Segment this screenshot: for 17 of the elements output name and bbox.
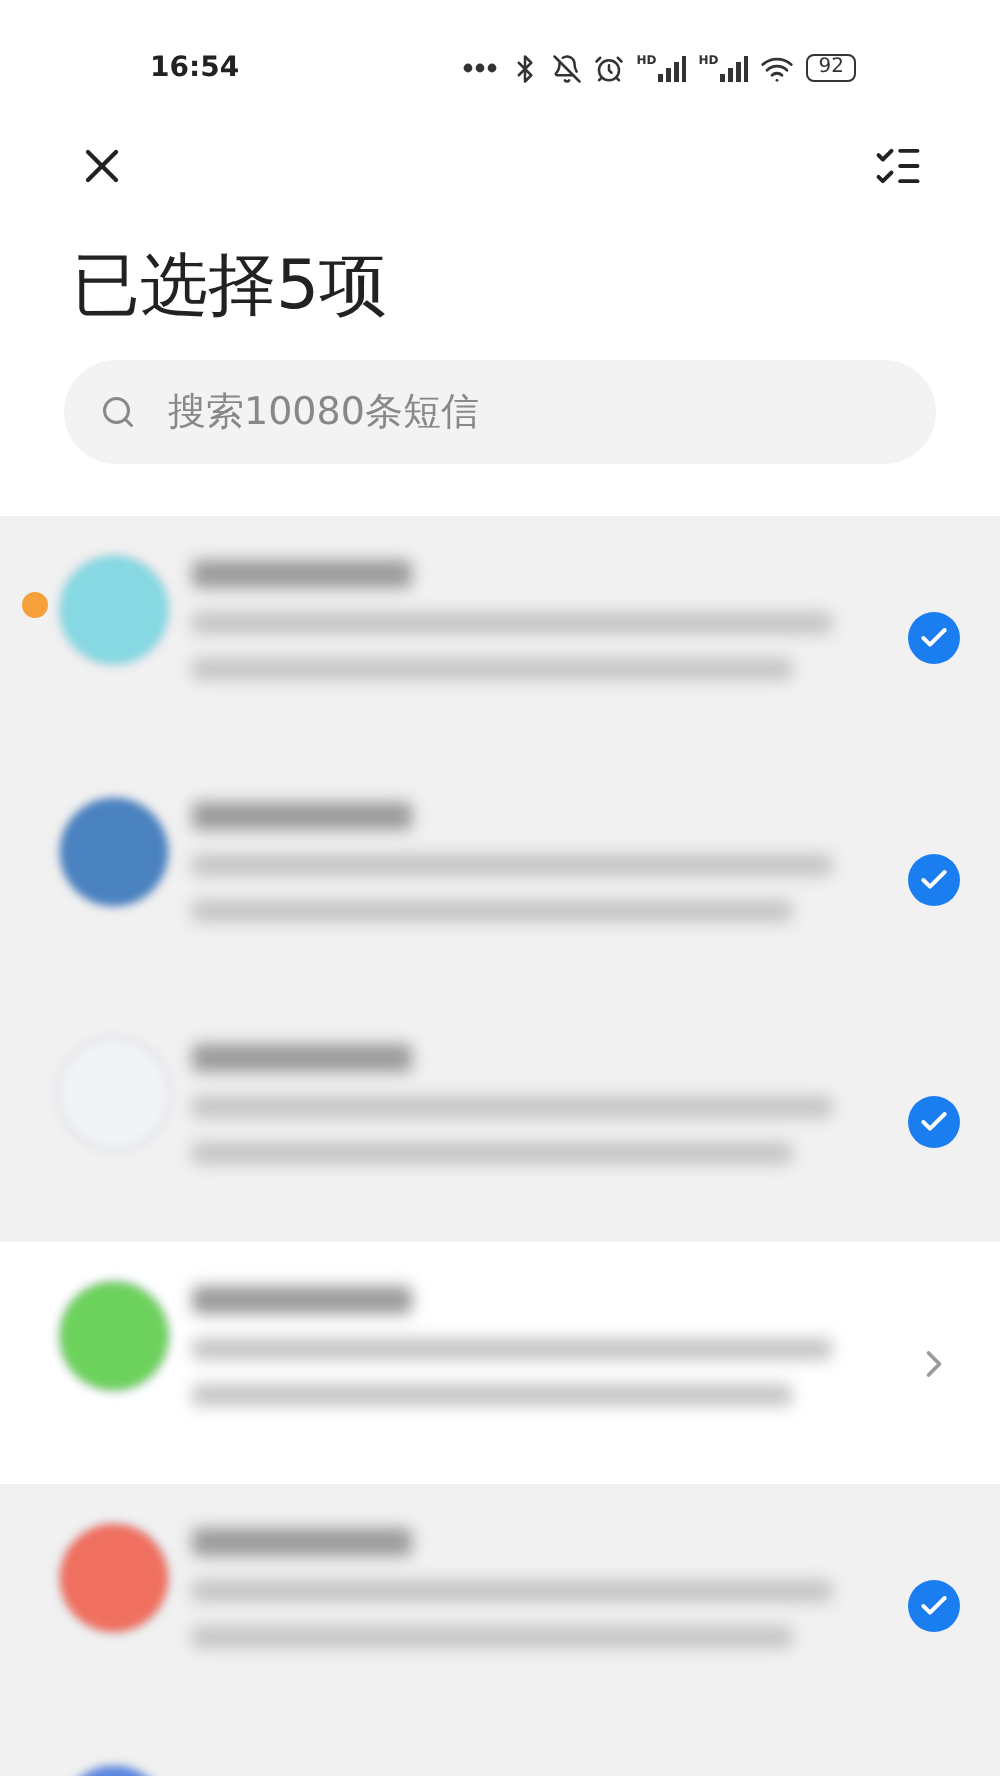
- status-time: 16:54: [150, 52, 240, 84]
- alarm-icon: [594, 53, 625, 83]
- checked-icon[interactable]: [908, 611, 960, 663]
- checked-icon[interactable]: [908, 1095, 960, 1147]
- search-icon: [100, 394, 136, 430]
- signal-icon: [658, 55, 687, 81]
- checked-icon[interactable]: [908, 853, 960, 905]
- signal-icon: [720, 55, 749, 81]
- bell-off-icon: [552, 53, 583, 83]
- conversation-row[interactable]: [0, 1000, 1000, 1242]
- page-title: 已选择5项: [72, 244, 390, 330]
- search-field[interactable]: 搜索10080条短信: [64, 360, 936, 464]
- checked-icon[interactable]: [908, 1579, 960, 1631]
- conversation-row[interactable]: [0, 1484, 1000, 1726]
- conversation-row[interactable]: [0, 516, 1000, 758]
- more-dots-icon: [462, 62, 499, 74]
- battery-icon: 92: [806, 54, 856, 82]
